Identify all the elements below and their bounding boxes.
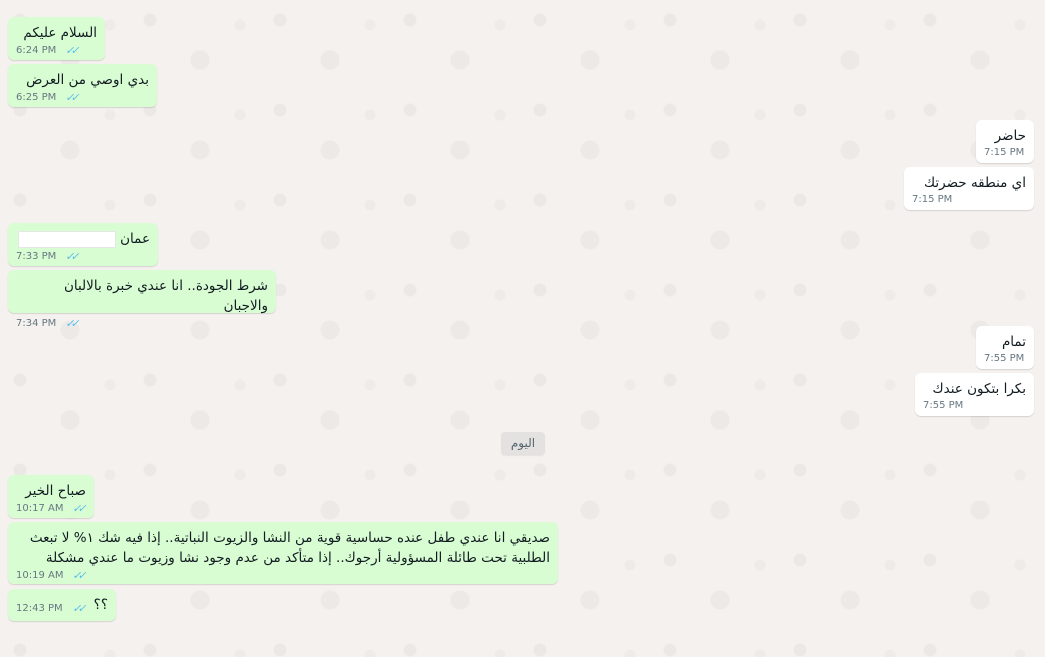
message-text: صباح الخير [25,483,86,499]
message-meta: 7:15 PM [984,147,1026,158]
message-time: 7:55 PM [984,353,1025,364]
message-bubble-received[interactable]: بكرا بتكون عندك 7:55 PM [915,373,1034,416]
message-text: صديقي انا عندي طفل عنده حساسية قوية من ا… [29,530,550,566]
message-bubble-sent[interactable]: شرط الجودة.. انا عندي خبرة بالالبان والا… [8,270,276,330]
message-meta: 6:24 PM ✓✓ [16,44,97,57]
message-time: 12:43 PM [16,602,63,614]
message-text: اي منطقه حضرتك [924,175,1026,191]
message-bubble-sent[interactable]: عمان 7:33 PM ✓✓ [8,223,158,266]
message-text: بدي اوصي من العرض [26,72,149,88]
read-receipt-icon: ✓✓ [72,502,86,515]
message-bubble-sent[interactable]: السلام عليكم 6:24 PM ✓✓ [8,17,105,60]
read-receipt-icon: ✓✓ [71,601,85,615]
message-time: 10:17 AM [16,503,64,514]
message-bubble-received[interactable]: حاضر 7:15 PM [976,120,1034,163]
read-receipt-icon: ✓✓ [64,317,79,330]
message-text: عمان [16,229,150,249]
read-receipt-icon: ✓✓ [64,250,79,263]
message-meta: 7:55 PM [923,400,1026,411]
message-text: حاضر [994,128,1026,144]
read-receipt-icon: ✓✓ [72,569,86,582]
message-meta: 10:17 AM ✓✓ [16,502,86,515]
message-text: ؟؟ [93,597,108,613]
message-meta: 7:33 PM ✓✓ [16,250,150,263]
message-bubble-received[interactable]: تمام 7:55 PM [976,326,1034,369]
message-meta: 6:25 PM ✓✓ [16,91,149,104]
date-separator-today: اليوم [501,432,545,455]
message-time: 7:15 PM [984,147,1025,158]
read-receipt-icon: ✓✓ [64,44,79,57]
message-bubble-sent[interactable]: صديقي انا عندي طفل عنده حساسية قوية من ا… [8,522,558,584]
message-meta: 12:43 PM ✓✓ [16,601,85,615]
message-text: شرط الجودة.. انا عندي خبرة بالالبان والا… [59,278,268,314]
message-bubble-sent[interactable]: بدي اوصي من العرض 6:25 PM ✓✓ [8,64,157,107]
message-meta: 7:15 PM [912,194,1026,205]
message-bubble-received[interactable]: اي منطقه حضرتك 7:15 PM [904,167,1034,210]
read-receipt-icon: ✓✓ [64,91,79,104]
message-text: بكرا بتكون عندك [932,381,1026,397]
message-text: تمام [1001,334,1026,350]
message-bubble-sent[interactable]: صباح الخير 10:17 AM ✓✓ [8,475,94,518]
message-time: 10:19 AM [16,570,64,581]
message-meta: 7:34 PM ✓✓ [16,317,268,330]
message-time: 7:33 PM [16,251,57,262]
message-meta: 7:55 PM [984,353,1026,364]
message-bubble-sent[interactable]: 12:43 PM ✓✓ ؟؟ [8,589,116,621]
message-time: 7:34 PM [16,318,57,329]
message-meta: 10:19 AM ✓✓ [16,569,550,582]
message-time: 6:25 PM [16,92,57,103]
message-time: 6:24 PM [16,45,57,56]
message-text: السلام عليكم [23,25,97,41]
message-time: 7:55 PM [923,400,964,411]
redacted-area [17,230,116,248]
message-time: 7:15 PM [912,194,953,205]
